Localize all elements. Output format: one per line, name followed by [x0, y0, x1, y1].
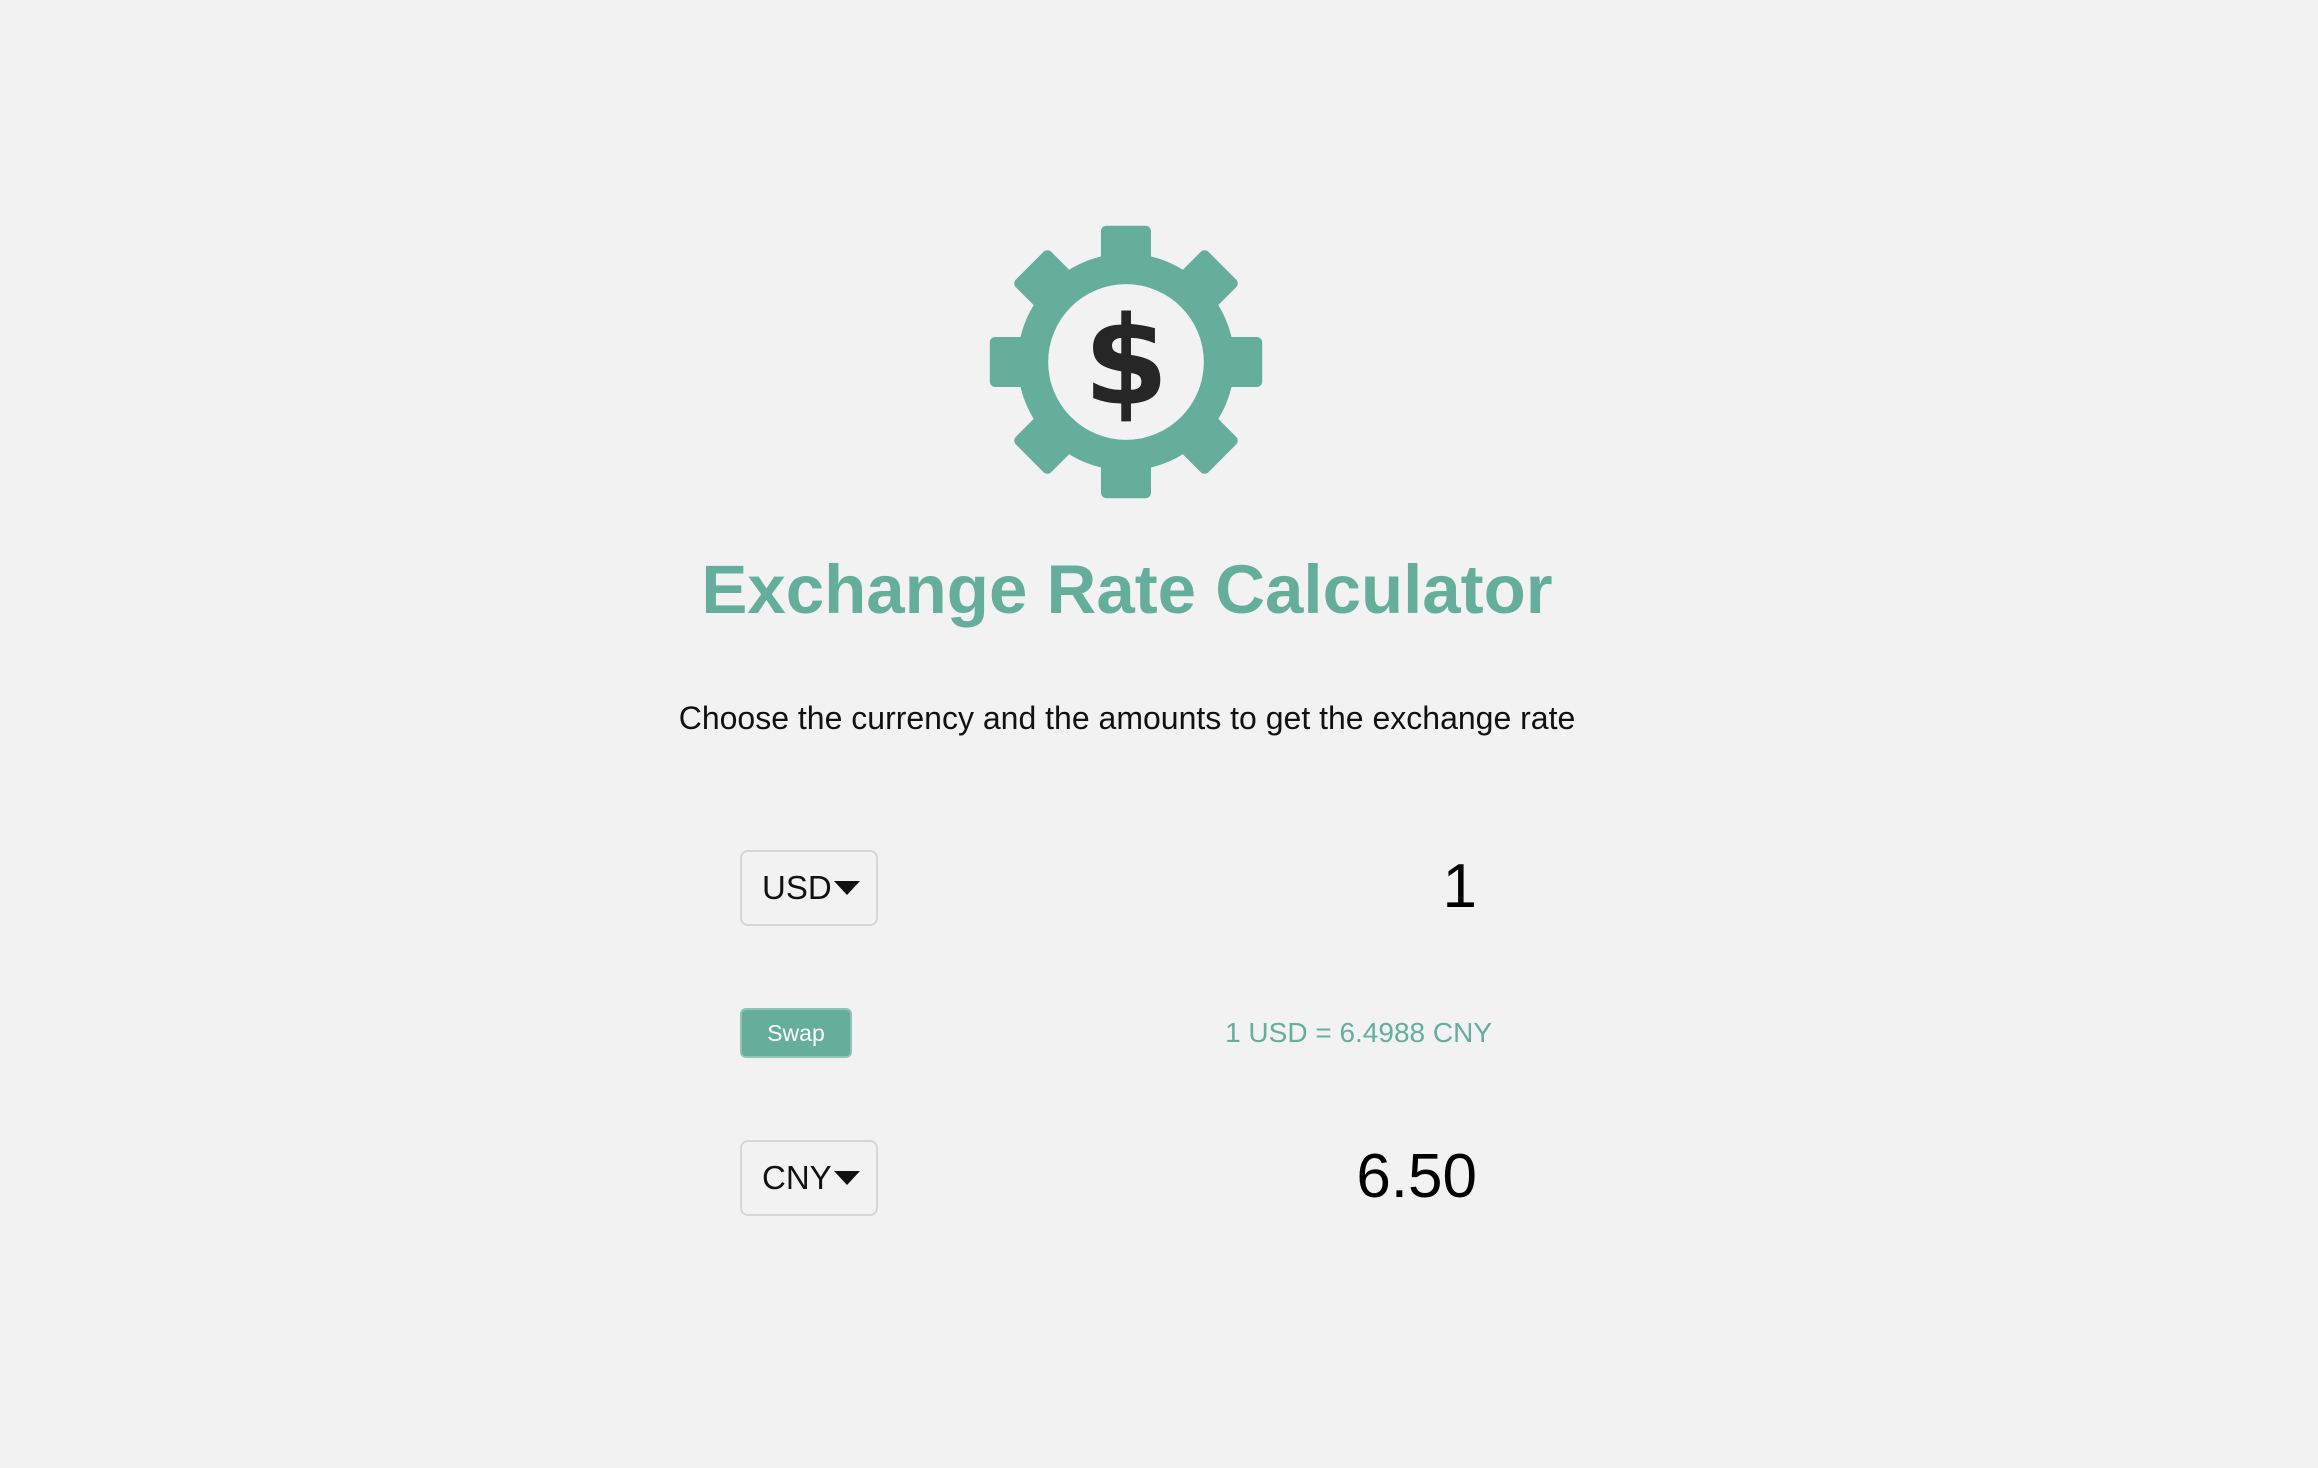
swap-button[interactable]: Swap: [740, 1008, 852, 1058]
page-title: Exchange Rate Calculator: [701, 551, 1553, 628]
amount-two-input[interactable]: 6.50: [1356, 1142, 1477, 1212]
currency-two-select[interactable]: CNY: [740, 1140, 878, 1216]
currency-one-value: USD: [762, 869, 832, 906]
rate-display: 1 USD = 6.4988 CNY: [1225, 1017, 1492, 1048]
currency-two-value: CNY: [762, 1159, 832, 1196]
amount-one-input[interactable]: 1: [1443, 852, 1477, 922]
exchange-rate-page: $ Exchange Rate Calculator Choose the cu…: [0, 0, 2318, 1468]
gear-dollar-icon: $: [987, 223, 1265, 501]
page-subtitle: Choose the currency and the amounts to g…: [678, 700, 1576, 736]
svg-text:$: $: [1083, 290, 1168, 433]
currency-one-select[interactable]: USD: [740, 850, 878, 926]
caret-down-icon: [833, 1171, 860, 1185]
caret-down-icon: [833, 881, 860, 895]
